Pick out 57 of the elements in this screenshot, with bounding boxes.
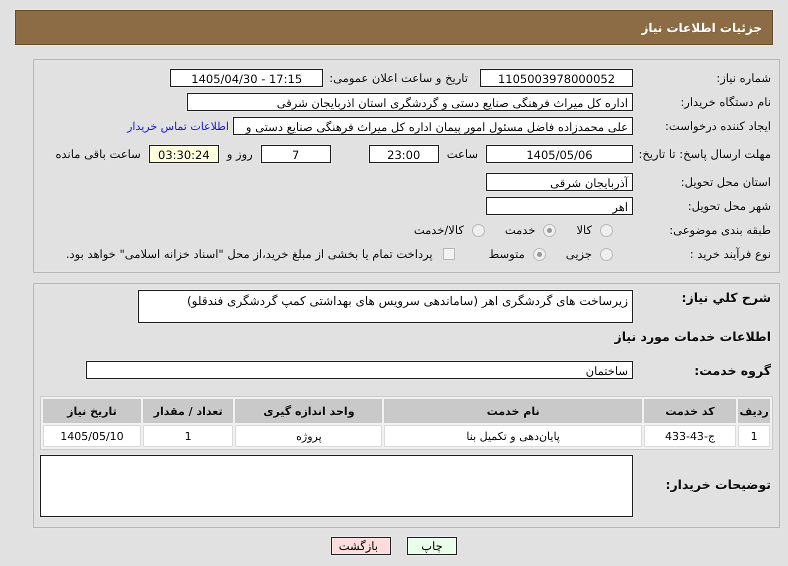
input-field[interactable]: 7: [260, 145, 331, 163]
column-header: واحد اندازه گیری: [235, 399, 382, 423]
table-cell: 1: [738, 425, 770, 447]
field-label: مهلت ارسال پاسخ: تا تاریخ:: [637, 146, 771, 162]
checkbox[interactable]: [442, 248, 455, 260]
section-title: اطلاعات خدمات مورد نیاز: [614, 329, 771, 344]
field-label: استان محل تحویل:: [680, 175, 771, 189]
radio-button[interactable]: [600, 224, 613, 236]
input-field[interactable]: علی محمدزاده فاضل مسئول امور پیمان اداره کل میراث فرهنگی صنایع دستی و: [233, 117, 633, 135]
field-label: تاریخ و ساعت اعلان عمومی:: [329, 71, 468, 85]
input-field[interactable]: 1405/05/06: [486, 145, 633, 163]
table-cell: 1405/05/10: [43, 425, 141, 447]
page-title: جزئیات اطلاعات نیاز: [641, 20, 762, 34]
column-header: تعداد / مقدار: [142, 399, 234, 423]
radio-button[interactable]: [600, 248, 613, 260]
field-label: ایجاد کننده درخواست:: [664, 119, 771, 133]
field-label: گروه خدمت:: [693, 362, 771, 378]
field-label: ساعت: [446, 147, 478, 161]
table-cell: پایان‌دهی و تکمیل بنا: [384, 425, 642, 447]
field-label: ساعت باقی مانده: [56, 147, 141, 161]
field-label: نام دستگاه خریدار:: [679, 95, 771, 109]
field-label: طبقه بندی موضوعی:: [668, 223, 771, 237]
column-header: تاریخ نیاز: [43, 399, 141, 423]
column-header: ردیف: [738, 399, 770, 423]
field-label: روز و: [226, 147, 253, 161]
input-field[interactable]: اداره کل میراث فرهنگی صنایع دستی و گردشگری استان اذربایجان شرقی: [187, 93, 633, 111]
field-label: توضیحات خریدار:: [664, 477, 771, 492]
table-cell: ج-43-433: [644, 425, 736, 447]
table-cell: 1: [142, 425, 234, 447]
input-field[interactable]: 1405/04/30 - 17:15: [170, 69, 324, 87]
radio-button[interactable]: [472, 224, 485, 236]
field-label: نوع فرآیند خرید :: [688, 247, 771, 261]
radio-button[interactable]: [532, 248, 546, 260]
countdown-field: 03:30:24: [148, 145, 219, 163]
radio-label: کالا/خدمت: [414, 223, 464, 237]
notes-box[interactable]: [40, 455, 633, 517]
field-label: شهر محل تحویل:: [686, 199, 771, 213]
radio-label: خدمت: [504, 223, 536, 237]
input-field[interactable]: ساختمان: [86, 361, 633, 379]
input-field[interactable]: اهر: [486, 197, 633, 215]
back-button[interactable]: بازگشت: [331, 537, 391, 555]
input-field[interactable]: 23:00: [368, 145, 439, 163]
description-box[interactable]: زیرساخت های گردشگری اهر (ساماندهی سرویس های بهداشتی کمپ گردشگری فندقلو): [138, 290, 633, 323]
radio-label: کالا: [576, 223, 592, 237]
print-button[interactable]: چاپ: [407, 537, 457, 555]
table-cell: پروژه: [235, 425, 382, 447]
field-label: شرح کلي نياز:: [680, 290, 771, 305]
radio-button[interactable]: [543, 224, 556, 236]
input-field[interactable]: 1105003978000052: [480, 69, 633, 87]
radio-label: جزیی: [566, 247, 592, 261]
checkbox-label: پرداخت تمام یا بخشی از مبلغ خرید،از محل "اسناد خزانه اسلامی" خواهد بود.: [66, 247, 433, 261]
field-label: شماره نیاز:: [715, 71, 771, 85]
contact-link[interactable]: اطلاعات تماس خریدار: [127, 120, 229, 132]
input-field[interactable]: آذربایجان شرقی: [486, 173, 633, 191]
column-header: کد خدمت: [644, 399, 736, 423]
radio-label: متوسط: [488, 247, 525, 261]
column-header: نام خدمت: [384, 399, 642, 423]
